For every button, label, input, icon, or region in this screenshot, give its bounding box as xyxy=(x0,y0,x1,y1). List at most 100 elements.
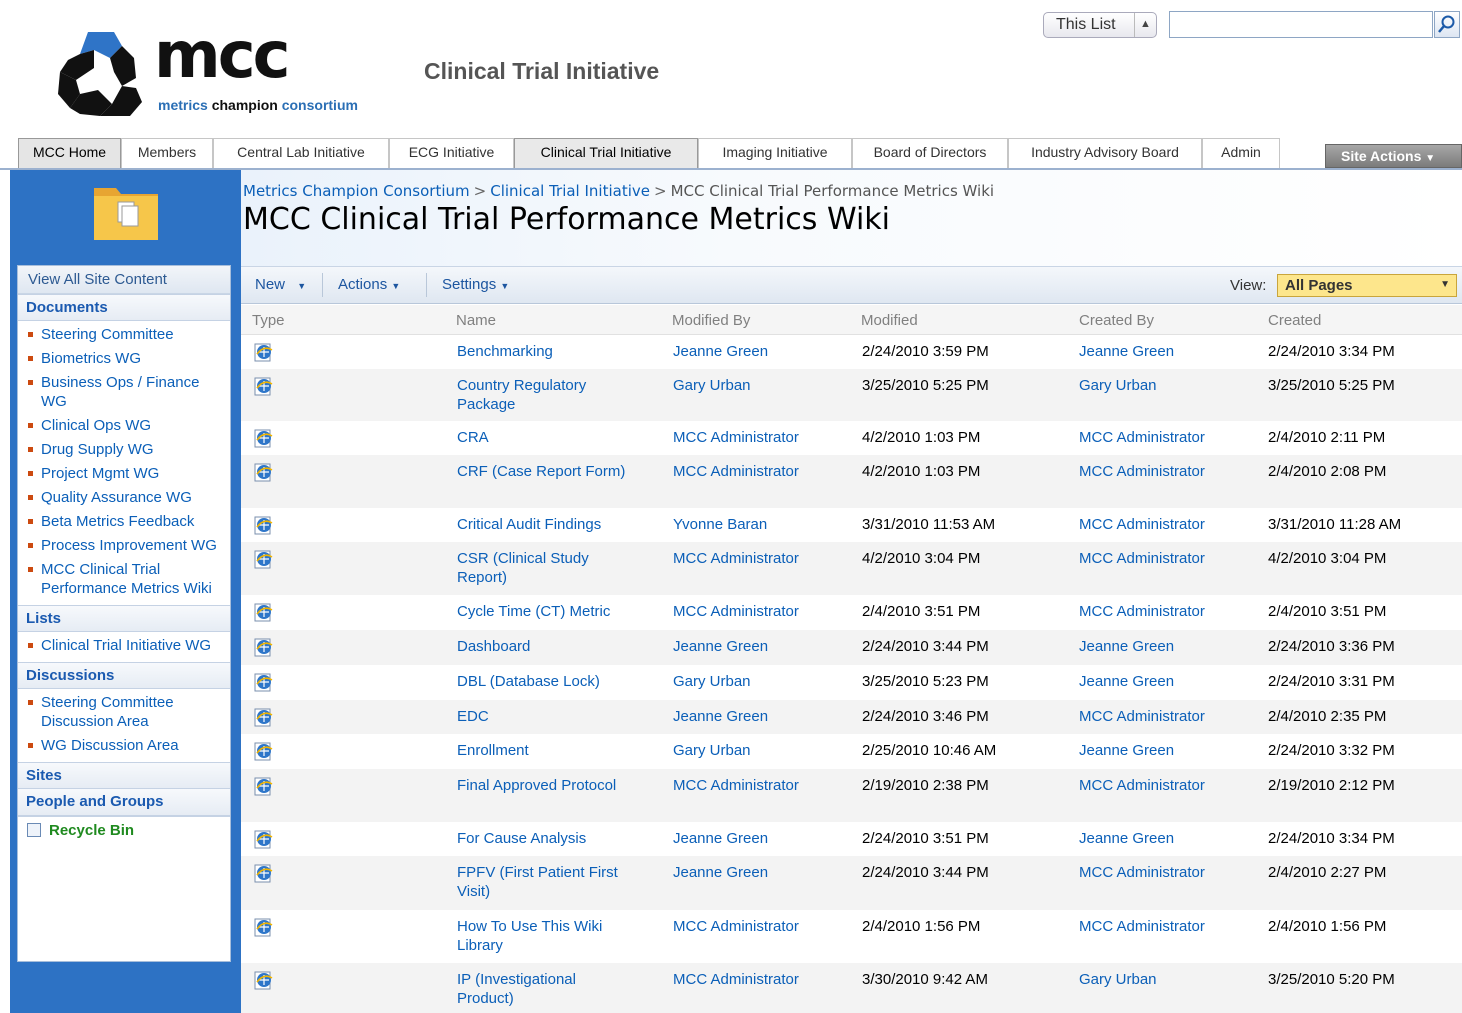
tab-admin[interactable]: Admin xyxy=(1202,138,1280,168)
modified-by-link[interactable]: MCC Administrator xyxy=(673,917,799,936)
ql-item-biometrics-wg[interactable]: Biometrics WG xyxy=(18,347,230,371)
page-name-link[interactable]: IP (Investigational Product) xyxy=(457,970,627,1008)
page-name-link[interactable]: For Cause Analysis xyxy=(457,829,627,848)
breadcrumb-clinical-trial-initiative[interactable]: Clinical Trial Initiative xyxy=(490,182,650,200)
column-header-name[interactable]: Name xyxy=(456,312,496,329)
table-row[interactable]: CRF (Case Report Form) MCC Administrator 4… xyxy=(241,455,1462,508)
created-by-link[interactable]: MCC Administrator xyxy=(1079,602,1205,621)
table-row[interactable]: IP (Investigational Product) MCC Administ… xyxy=(241,963,1462,1013)
page-name-link[interactable]: Country Regulatory Package xyxy=(457,376,627,414)
ql-item-process-improvement-wg[interactable]: Process Improvement WG xyxy=(18,534,230,558)
modified-by-link[interactable]: MCC Administrator xyxy=(673,776,799,795)
table-row[interactable]: DBL (Database Lock) Gary Urban 3/25/2010 5… xyxy=(241,665,1462,700)
created-by-link[interactable]: MCC Administrator xyxy=(1079,707,1205,726)
modified-by-link[interactable]: MCC Administrator xyxy=(673,462,799,481)
created-by-link[interactable]: Jeanne Green xyxy=(1079,637,1174,656)
modified-by-link[interactable]: Jeanne Green xyxy=(673,863,768,882)
created-by-link[interactable]: Jeanne Green xyxy=(1079,672,1174,691)
modified-by-link[interactable]: MCC Administrator xyxy=(673,428,799,447)
created-by-link[interactable]: Gary Urban xyxy=(1079,970,1157,989)
ql-item-business-ops-finance-wg[interactable]: Business Ops / Finance WG xyxy=(18,371,230,414)
ql-item-clinical-trial-initiative-wg[interactable]: Clinical Trial Initiative WG xyxy=(18,634,230,658)
wiki-page-icon[interactable] xyxy=(253,427,275,449)
ql-item-drug-supply-wg[interactable]: Drug Supply WG xyxy=(18,438,230,462)
ql-item-beta-metrics-feedback[interactable]: Beta Metrics Feedback xyxy=(18,510,230,534)
wiki-page-icon[interactable] xyxy=(253,969,275,991)
created-by-link[interactable]: MCC Administrator xyxy=(1079,863,1205,882)
modified-by-link[interactable]: Jeanne Green xyxy=(673,637,768,656)
table-row[interactable]: For Cause Analysis Jeanne Green 2/24/2010 … xyxy=(241,822,1462,856)
ql-item-steering-committee-discussion[interactable]: Steering Committee Discussion Area xyxy=(18,691,230,734)
page-name-link[interactable]: Enrollment xyxy=(457,741,627,760)
wiki-page-icon[interactable] xyxy=(253,514,275,536)
modified-by-link[interactable]: Jeanne Green xyxy=(673,829,768,848)
wiki-page-icon[interactable] xyxy=(253,671,275,693)
wiki-page-icon[interactable] xyxy=(253,828,275,850)
created-by-link[interactable]: Jeanne Green xyxy=(1079,741,1174,760)
view-select[interactable]: All Pages ▼ xyxy=(1277,274,1457,297)
tab-ecg-initiative[interactable]: ECG Initiative xyxy=(389,138,514,168)
wiki-page-icon[interactable] xyxy=(253,775,275,797)
page-name-link[interactable]: Dashboard xyxy=(457,637,627,656)
search-button[interactable] xyxy=(1434,11,1460,38)
ql-heading-discussions[interactable]: Discussions xyxy=(18,662,230,689)
column-header-modified[interactable]: Modified xyxy=(861,312,918,329)
view-all-site-content-link[interactable]: View All Site Content xyxy=(18,266,230,294)
page-name-link[interactable]: CRA xyxy=(457,428,627,447)
wiki-page-icon[interactable] xyxy=(253,548,275,570)
wiki-page-icon[interactable] xyxy=(253,601,275,623)
modified-by-link[interactable]: Yvonne Baran xyxy=(673,515,767,534)
ql-item-quality-assurance-wg[interactable]: Quality Assurance WG xyxy=(18,486,230,510)
table-row[interactable]: CRA MCC Administrator 4/2/2010 1:03 PM MCC … xyxy=(241,421,1462,455)
page-name-link[interactable]: FPFV (First Patient First Visit) xyxy=(457,863,627,901)
page-name-link[interactable]: EDC xyxy=(457,707,627,726)
ql-item-steering-committee[interactable]: Steering Committee xyxy=(18,323,230,347)
table-row[interactable]: Final Approved Protocol MCC Administrator… xyxy=(241,769,1462,822)
tab-board-of-directors[interactable]: Board of Directors xyxy=(852,138,1008,168)
ql-item-wg-discussion-area[interactable]: WG Discussion Area xyxy=(18,734,230,758)
table-row[interactable]: CSR (Clinical Study Report) MCC Administr… xyxy=(241,542,1462,595)
created-by-link[interactable]: MCC Administrator xyxy=(1079,549,1205,568)
ql-heading-documents[interactable]: Documents xyxy=(18,294,230,321)
tab-clinical-trial-initiative[interactable]: Clinical Trial Initiative xyxy=(514,138,698,168)
tab-imaging-initiative[interactable]: Imaging Initiative xyxy=(698,138,852,168)
tab-industry-advisory-board[interactable]: Industry Advisory Board xyxy=(1008,138,1202,168)
mcc-logo[interactable]: mcc metrics champion consortium xyxy=(50,24,410,123)
created-by-link[interactable]: Jeanne Green xyxy=(1079,829,1174,848)
table-row[interactable]: Dashboard Jeanne Green 2/24/2010 3:44 PM Je… xyxy=(241,630,1462,665)
modified-by-link[interactable]: MCC Administrator xyxy=(673,549,799,568)
table-row[interactable]: Enrollment Gary Urban 2/25/2010 10:46 AM Je… xyxy=(241,734,1462,769)
settings-menu-button[interactable]: Settings ▼ xyxy=(442,276,509,293)
actions-menu-button[interactable]: Actions ▼ xyxy=(338,276,400,293)
created-by-link[interactable]: MCC Administrator xyxy=(1079,917,1205,936)
page-name-link[interactable]: Cycle Time (CT) Metric xyxy=(457,602,627,621)
table-row[interactable]: Country Regulatory Package Gary Urban 3/25… xyxy=(241,369,1462,421)
page-name-link[interactable]: CRF (Case Report Form) xyxy=(457,462,627,481)
table-row[interactable]: How To Use This Wiki Library MCC Administ… xyxy=(241,910,1462,963)
breadcrumb-metrics-champion-consortium[interactable]: Metrics Champion Consortium xyxy=(243,182,470,200)
page-name-link[interactable]: Final Approved Protocol xyxy=(457,776,627,795)
created-by-link[interactable]: MCC Administrator xyxy=(1079,428,1205,447)
wiki-page-icon[interactable] xyxy=(253,740,275,762)
recycle-bin-link[interactable]: Recycle Bin xyxy=(18,816,230,848)
created-by-link[interactable]: MCC Administrator xyxy=(1079,515,1205,534)
search-input[interactable] xyxy=(1169,11,1433,38)
table-row[interactable]: FPFV (First Patient First Visit) Jeanne G… xyxy=(241,856,1462,910)
created-by-link[interactable]: Gary Urban xyxy=(1079,376,1157,395)
search-scope-select[interactable]: This List ▲ xyxy=(1043,12,1157,38)
modified-by-link[interactable]: Gary Urban xyxy=(673,672,751,691)
ql-heading-sites[interactable]: Sites xyxy=(18,762,230,789)
table-row[interactable]: Benchmarking Jeanne Green 2/24/2010 3:59 P… xyxy=(241,335,1462,369)
column-header-modified-by[interactable]: Modified By xyxy=(672,312,750,329)
created-by-link[interactable]: Jeanne Green xyxy=(1079,342,1174,361)
modified-by-link[interactable]: Jeanne Green xyxy=(673,707,768,726)
modified-by-link[interactable]: Jeanne Green xyxy=(673,342,768,361)
modified-by-link[interactable]: Gary Urban xyxy=(673,376,751,395)
modified-by-link[interactable]: MCC Administrator xyxy=(673,970,799,989)
tab-central-lab-initiative[interactable]: Central Lab Initiative xyxy=(213,138,389,168)
wiki-page-icon[interactable] xyxy=(253,862,275,884)
site-title[interactable]: Clinical Trial Initiative xyxy=(424,58,659,85)
page-name-link[interactable]: DBL (Database Lock) xyxy=(457,672,627,691)
wiki-page-icon[interactable] xyxy=(253,341,275,363)
ql-heading-lists[interactable]: Lists xyxy=(18,605,230,632)
